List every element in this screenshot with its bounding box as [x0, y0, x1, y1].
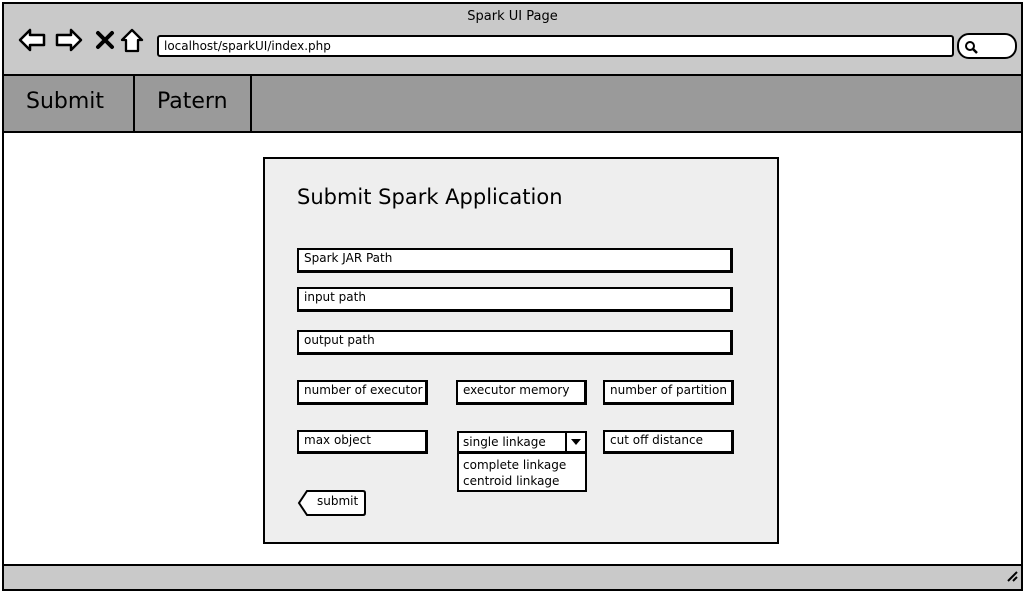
home-icon[interactable] [118, 26, 146, 54]
output-path-input[interactable]: output path [297, 330, 733, 355]
linkage-option[interactable]: centroid linkage [463, 473, 581, 489]
back-arrow-icon[interactable] [18, 26, 46, 54]
app-navbar: Submit Patern [4, 76, 1021, 133]
search-icon [964, 39, 978, 58]
submit-button-label: submit [317, 494, 359, 508]
num-executor-input[interactable]: number of executor [297, 380, 428, 405]
tab-submit[interactable]: Submit [4, 76, 135, 133]
browser-chrome: Spark UI Page localhost/sparkUI/index.ph… [4, 4, 1021, 76]
input-path-input[interactable]: input path [297, 287, 733, 312]
linkage-options-list: complete linkage centroid linkage [457, 452, 587, 492]
cutoff-distance-input[interactable]: cut off distance [603, 430, 734, 454]
num-partition-input[interactable]: number of partition [603, 380, 734, 405]
forward-arrow-icon[interactable] [55, 26, 83, 54]
window-title: Spark UI Page [467, 9, 558, 24]
submit-button[interactable]: submit [297, 490, 366, 516]
chevron-down-icon[interactable] [565, 433, 585, 451]
jar-path-input[interactable]: Spark JAR Path [297, 248, 733, 273]
executor-memory-input[interactable]: executor memory [456, 380, 587, 405]
linkage-selected: single linkage [463, 435, 546, 449]
status-bar [4, 564, 1021, 589]
resize-grip-icon[interactable] [1004, 567, 1018, 586]
tab-submit-label: Submit [26, 89, 105, 114]
address-bar[interactable]: localhost/sparkUI/index.php [157, 35, 954, 57]
tab-patern[interactable]: Patern [135, 76, 252, 133]
max-object-input[interactable]: max object [297, 430, 428, 454]
linkage-select[interactable]: single linkage [457, 431, 587, 453]
search-field[interactable] [957, 33, 1017, 59]
browser-window: Spark UI Page localhost/sparkUI/index.ph… [2, 2, 1023, 591]
tab-patern-label: Patern [157, 89, 228, 114]
close-icon[interactable] [91, 26, 119, 54]
submit-form-panel: Submit Spark Application Spark JAR Path … [263, 157, 779, 544]
linkage-option[interactable]: complete linkage [463, 457, 581, 473]
form-title: Submit Spark Application [297, 185, 563, 209]
